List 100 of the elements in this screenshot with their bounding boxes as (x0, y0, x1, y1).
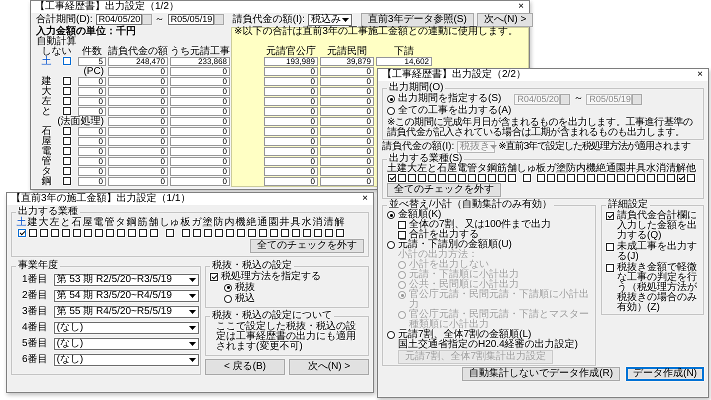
checkbox[interactable] (280, 229, 288, 237)
dropdown[interactable]: 第 53 期 R2/5/20~R3/5/19 (54, 274, 199, 286)
dropdown[interactable]: (なし) (54, 322, 199, 334)
number-field[interactable]: 0 (170, 107, 230, 116)
number-field[interactable]: 0 (78, 127, 106, 136)
number-field[interactable]: 0 (264, 67, 318, 76)
checkbox[interactable] (314, 229, 322, 237)
radio-button[interactable] (387, 241, 395, 249)
number-field[interactable]: 0 (170, 177, 230, 186)
number-field[interactable]: 0 (108, 77, 168, 86)
create-data-button[interactable]: 自動集計しないでデータ作成(R) (462, 367, 620, 381)
number-field[interactable]: 0 (108, 147, 168, 156)
number-field[interactable]: 0 (78, 157, 106, 166)
number-field[interactable]: 0 (170, 147, 230, 156)
checkbox[interactable] (324, 229, 332, 237)
number-field[interactable]: 0 (78, 137, 106, 146)
number-field[interactable]: 0 (78, 97, 106, 106)
checkbox[interactable] (667, 174, 675, 182)
number-field[interactable]: 248,470 (108, 57, 168, 66)
dropdown[interactable]: (なし) (54, 338, 199, 350)
checkbox[interactable] (557, 174, 565, 182)
checkbox[interactable] (270, 229, 278, 237)
checkbox[interactable] (166, 229, 174, 237)
checkbox[interactable] (418, 174, 426, 182)
checkbox[interactable] (657, 174, 665, 182)
number-field[interactable]: 193,989 (264, 57, 318, 66)
checkbox[interactable] (63, 136, 71, 144)
radio-button[interactable] (387, 107, 395, 115)
number-field[interactable]: 0 (170, 117, 230, 126)
number-field[interactable]: 0 (108, 137, 168, 146)
number-field[interactable]: 0 (78, 87, 106, 96)
checkbox[interactable] (468, 174, 476, 182)
back-button[interactable]: < 戻る(B) (205, 359, 285, 375)
checkbox[interactable] (438, 174, 446, 182)
number-field[interactable]: 0 (320, 177, 374, 186)
number-field[interactable]: 14,602 (376, 57, 432, 66)
checkbox[interactable] (488, 174, 496, 182)
checkbox[interactable] (292, 229, 300, 237)
number-field[interactable]: 0 (264, 97, 318, 106)
checkbox[interactable] (138, 229, 146, 237)
checkbox[interactable] (547, 174, 555, 182)
next-button[interactable]: 次へ(N) > (289, 359, 369, 375)
number-field[interactable]: 0 (170, 67, 230, 76)
checkbox[interactable] (226, 229, 234, 237)
checkbox[interactable] (63, 106, 71, 114)
number-field[interactable]: 0 (78, 177, 106, 186)
checkbox[interactable] (606, 264, 614, 272)
number-field[interactable]: 0 (264, 117, 318, 126)
number-field[interactable]: 0 (320, 137, 374, 146)
checkbox[interactable] (478, 174, 486, 182)
number-field[interactable]: 0 (264, 137, 318, 146)
checkbox[interactable] (428, 174, 436, 182)
number-field[interactable]: 0 (320, 97, 374, 106)
checkbox[interactable] (106, 229, 114, 237)
number-field[interactable]: 0 (264, 167, 318, 176)
checkbox[interactable] (63, 86, 71, 94)
radio-button[interactable] (224, 294, 232, 302)
uncheck-all-button[interactable]: 全てのチェックを外す (387, 183, 501, 197)
checkbox[interactable] (128, 229, 136, 237)
checkbox[interactable] (617, 174, 625, 182)
checkbox[interactable] (63, 126, 71, 134)
number-field[interactable]: 0 (320, 77, 374, 86)
checkbox[interactable] (498, 174, 506, 182)
checkbox[interactable] (458, 174, 466, 182)
number-field[interactable]: 0 (108, 87, 168, 96)
number-field[interactable]: 0 (264, 147, 318, 156)
number-field[interactable]: 0 (108, 127, 168, 136)
checkbox[interactable] (150, 229, 158, 237)
checkbox[interactable] (567, 174, 575, 182)
number-field[interactable]: 39,879 (320, 57, 374, 66)
radio-button[interactable] (387, 211, 395, 219)
checkbox[interactable] (210, 272, 218, 280)
checkbox[interactable] (63, 166, 71, 174)
checkbox[interactable] (18, 229, 26, 237)
checkbox[interactable] (597, 174, 605, 182)
checkbox[interactable] (687, 174, 695, 182)
checkbox[interactable] (62, 229, 70, 237)
radio-button[interactable] (387, 95, 395, 103)
checkbox[interactable] (248, 229, 256, 237)
checkbox[interactable] (116, 229, 124, 237)
checkbox[interactable] (398, 231, 406, 239)
checkbox[interactable] (606, 212, 614, 220)
checkbox[interactable] (63, 56, 71, 64)
radio-button[interactable] (224, 284, 232, 292)
checkbox[interactable] (677, 174, 685, 182)
radio-button[interactable] (387, 331, 395, 339)
number-field[interactable]: 0 (264, 177, 318, 186)
number-field[interactable]: 0 (264, 127, 318, 136)
checkbox[interactable] (398, 174, 406, 182)
number-field[interactable]: 0 (108, 97, 168, 106)
number-field[interactable]: 0 (108, 177, 168, 186)
checkbox[interactable] (182, 229, 190, 237)
checkbox[interactable] (63, 76, 71, 84)
number-field[interactable]: 0 (108, 117, 168, 126)
checkbox[interactable] (607, 174, 615, 182)
number-field[interactable]: 0 (320, 67, 374, 76)
uncheck-all-button[interactable]: 全てのチェックを外す (250, 239, 364, 253)
number-field[interactable]: 0 (320, 157, 374, 166)
number-field[interactable]: 0 (264, 77, 318, 86)
number-field[interactable]: 0 (170, 127, 230, 136)
